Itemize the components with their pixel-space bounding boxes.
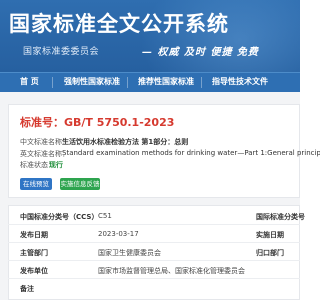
site-title[interactable]: 国家标准全文公开系统 bbox=[9, 8, 229, 38]
nav-divider bbox=[201, 77, 202, 88]
org-label: 归口部门 bbox=[256, 249, 284, 257]
ccs-label: 中国标准分类号（CCS） bbox=[20, 213, 99, 221]
nav-home[interactable]: 首 页 bbox=[20, 76, 39, 87]
row-divider bbox=[8, 260, 300, 261]
nav-guidance-documents[interactable]: 指导性技术文件 bbox=[212, 76, 268, 87]
nav-divider bbox=[127, 77, 128, 88]
main-nav: 首 页 强制性国家标准 推荐性国家标准 指导性技术文件 bbox=[0, 72, 300, 92]
nav-mandatory-standards[interactable]: 强制性国家标准 bbox=[64, 76, 120, 87]
online-preview-button[interactable]: 在线预览 bbox=[20, 178, 52, 190]
site-header: 国家标准全文公开系统 国家标准委委员会 — 权威 及时 便捷 免费 bbox=[0, 0, 300, 72]
issuer-label: 发布单位 bbox=[20, 267, 48, 275]
impl-date-label: 实施日期 bbox=[256, 231, 284, 239]
remark-label: 备注 bbox=[20, 285, 34, 293]
row-divider bbox=[8, 242, 300, 243]
dept-value: 国家卫生健康委员会 bbox=[98, 249, 161, 257]
pub-date-label: 发布日期 bbox=[20, 231, 48, 239]
zh-title-value: 生活饮用水标准检验方法 第1部分：总则 bbox=[62, 138, 189, 146]
pub-date-value: 2023-03-17 bbox=[98, 230, 139, 238]
row-divider bbox=[8, 224, 300, 225]
nav-divider bbox=[52, 77, 53, 88]
issuer-value: 国家市场监督管理总局、国家标准化管理委员会 bbox=[98, 267, 245, 275]
implementation-feedback-button[interactable]: 实施信息反馈 bbox=[60, 178, 100, 190]
header-slogan-right: — 权威 及时 便捷 免费 bbox=[142, 47, 259, 58]
header-slogan-left: 国家标准委委员会 bbox=[23, 47, 100, 57]
dept-label: 主管部门 bbox=[20, 249, 48, 257]
status-badge: 现行 bbox=[49, 161, 63, 169]
ccs-value[interactable]: C51 bbox=[98, 212, 112, 220]
nav-recommended-standards[interactable]: 推荐性国家标准 bbox=[138, 76, 194, 87]
ics-label: 国际标准分类号 bbox=[256, 213, 305, 221]
row-divider bbox=[8, 278, 300, 279]
en-title-value: Standard examination methods for drinkin… bbox=[62, 149, 320, 157]
standard-number: 标准号：GB/T 5750.1-2023 bbox=[20, 116, 175, 129]
